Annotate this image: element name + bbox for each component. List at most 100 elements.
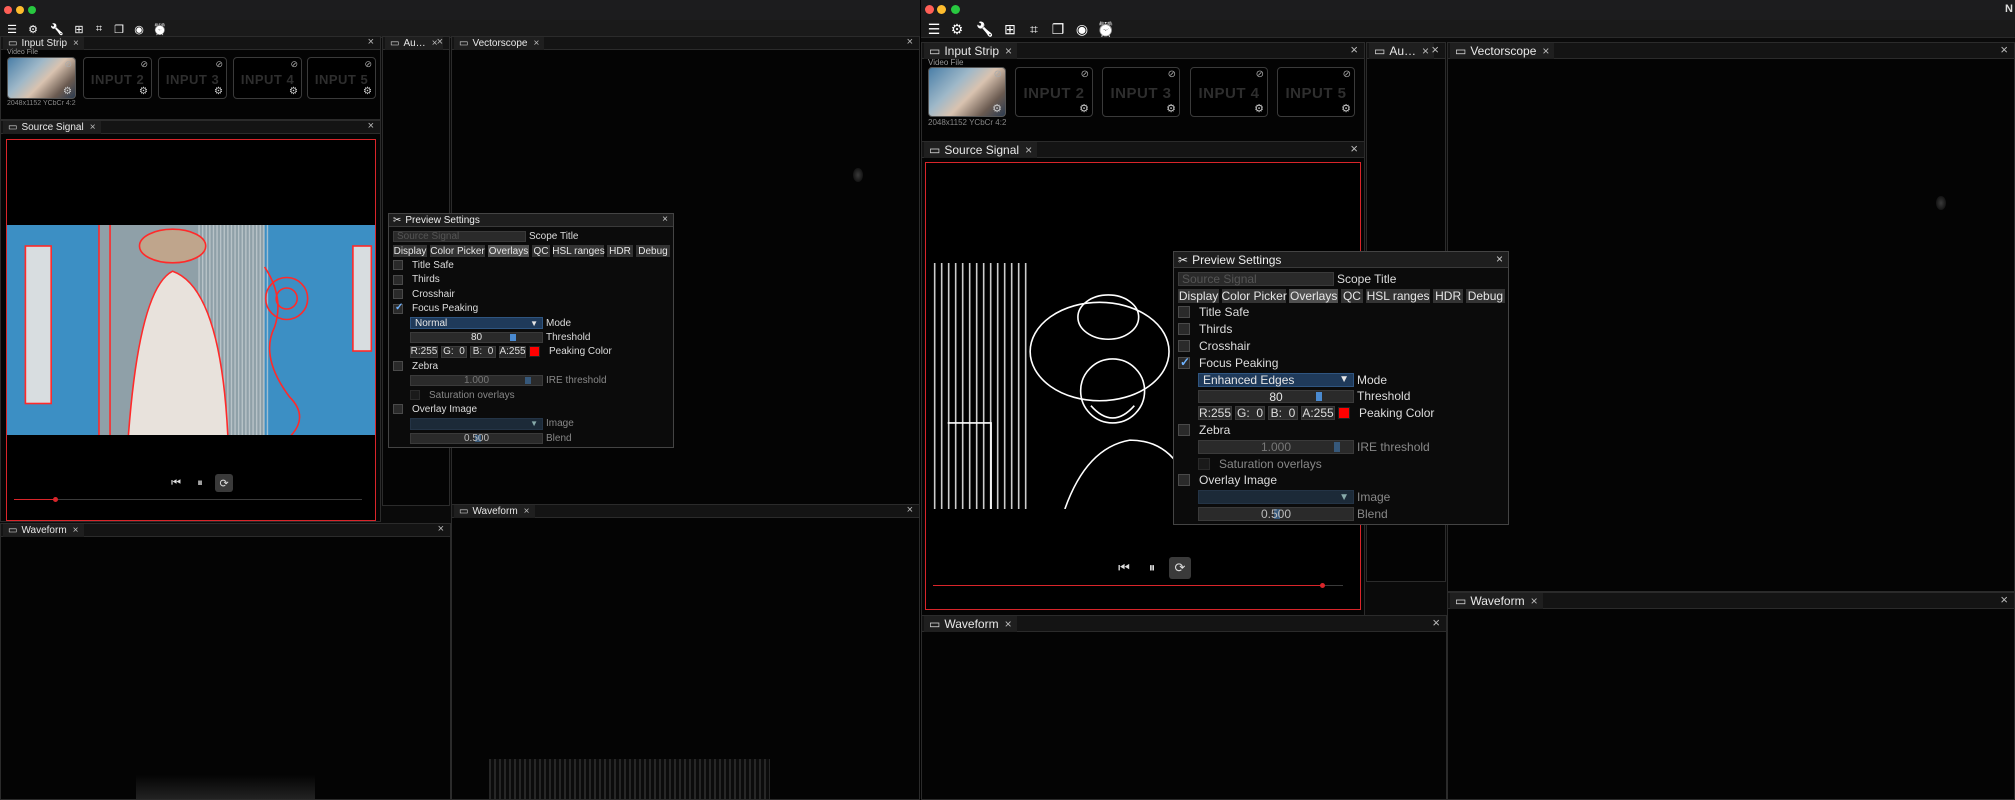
layers-icon[interactable]: ❐ xyxy=(114,24,125,36)
alarm-icon[interactable]: ⏰ xyxy=(1097,21,1114,37)
window-minimize-button[interactable] xyxy=(16,6,24,14)
input-5-thumbnail[interactable]: INPUT 5 ⊘ ⚙ xyxy=(307,57,376,99)
gear-icon[interactable]: ⚙ xyxy=(992,102,1002,115)
gear-icon[interactable]: ⚙ xyxy=(1079,102,1089,115)
close-icon[interactable]: × xyxy=(73,38,79,49)
close-icon[interactable]: × xyxy=(1005,44,1012,58)
tab-debug[interactable]: Debug xyxy=(1465,289,1506,303)
layout-icon[interactable]: ☰ xyxy=(7,24,18,36)
ire-threshold-slider[interactable]: 1.000 xyxy=(410,375,543,387)
tab-color-picker[interactable]: Color Picker xyxy=(430,245,485,257)
alarm-icon[interactable]: ⏰ xyxy=(153,24,167,36)
mode-select[interactable]: Normal ▼ xyxy=(410,317,543,329)
input-strip-panel-close-icon[interactable]: × xyxy=(1350,42,1358,57)
crosshair-checkbox[interactable] xyxy=(393,289,403,300)
settings-gear-icon[interactable]: ⚙ xyxy=(28,24,39,36)
window-zoom-button[interactable] xyxy=(28,6,36,14)
peaking-color-b-field[interactable]: B: 0 xyxy=(470,346,496,358)
close-icon[interactable]: × xyxy=(1025,143,1032,157)
close-icon[interactable]: × xyxy=(534,38,540,49)
input-3-thumbnail[interactable]: INPUT 3 ⊘ ⚙ xyxy=(158,57,227,99)
skip-back-button[interactable]: ⏮ xyxy=(1113,557,1135,579)
waveform-panel-2-close-icon[interactable]: × xyxy=(2000,592,2008,607)
image-select[interactable]: ▼ xyxy=(410,418,543,430)
window-zoom-button[interactable] xyxy=(950,4,960,14)
camera-icon[interactable]: ◉ xyxy=(134,24,145,36)
waveform-panel-close-icon[interactable]: × xyxy=(438,523,444,535)
gear-icon[interactable]: ⚙ xyxy=(214,86,223,97)
crop-icon[interactable]: ⌗ xyxy=(94,23,105,35)
source-signal-panel-close-icon[interactable]: × xyxy=(1350,141,1358,156)
close-icon[interactable]: × xyxy=(524,506,530,517)
source-signal-panel-close-icon[interactable]: × xyxy=(368,120,374,132)
title-safe-checkbox[interactable] xyxy=(393,260,403,271)
input-3-thumbnail[interactable]: INPUT 3 ⊘ ⚙ xyxy=(1102,67,1180,117)
network-icon[interactable]: ⊞ xyxy=(1003,21,1017,37)
gear-icon[interactable]: ⚙ xyxy=(289,86,298,97)
input-4-thumbnail[interactable]: INPUT 4 ⊘ ⚙ xyxy=(233,57,302,99)
gear-icon[interactable]: ⚙ xyxy=(1341,102,1351,115)
focus-peaking-checkbox[interactable] xyxy=(1178,355,1190,369)
waveform-panel-close-icon[interactable]: × xyxy=(1432,615,1440,630)
mode-select[interactable]: Enhanced Edges ▼ xyxy=(1198,373,1354,387)
preview-viewer[interactable]: ⏮ ⏸ ⟳ xyxy=(6,139,376,521)
crop-icon[interactable]: ⌗ xyxy=(1027,21,1041,37)
tab-debug[interactable]: Debug xyxy=(636,245,670,257)
dialog-close-icon[interactable]: × xyxy=(662,214,668,225)
wrench-icon[interactable]: 🔧 xyxy=(976,21,993,37)
blend-slider[interactable]: 0.500 xyxy=(1198,507,1354,521)
source-signal-panel-tab[interactable]: ▭ Source Signal × xyxy=(3,121,101,134)
pause-button[interactable]: ⏸ xyxy=(1141,557,1163,579)
layout-icon[interactable]: ☰ xyxy=(927,21,941,37)
saturation-overlays-checkbox[interactable] xyxy=(410,390,420,401)
audio-panel-close-icon[interactable]: × xyxy=(1431,42,1439,57)
tab-overlays[interactable]: Overlays xyxy=(1289,289,1339,303)
peaking-color-r-field[interactable]: R:255 xyxy=(410,346,438,358)
slider-grab[interactable] xyxy=(1334,442,1340,452)
thirds-checkbox[interactable] xyxy=(1178,323,1190,336)
settings-gear-icon[interactable]: ⚙ xyxy=(950,21,964,37)
peaking-color-g-field[interactable]: G: 0 xyxy=(441,346,467,358)
input-2-thumbnail[interactable]: INPUT 2 ⊘ ⚙ xyxy=(1015,67,1093,117)
close-icon[interactable]: × xyxy=(1422,44,1429,58)
gear-icon[interactable]: ⚙ xyxy=(1166,102,1176,115)
audio-panel-tab[interactable]: ▭ Au… × xyxy=(1369,43,1435,59)
source-signal-panel-tab[interactable]: ▭ Source Signal × xyxy=(924,142,1038,158)
input-1-thumbnail[interactable]: ⊘ ⚙ xyxy=(7,57,76,99)
close-icon[interactable]: × xyxy=(1542,44,1549,58)
loop-button[interactable]: ⟳ xyxy=(215,474,233,492)
peaking-color-a-field[interactable]: A:255 xyxy=(1301,406,1335,420)
peaking-color-r-field[interactable]: R:255 xyxy=(1198,406,1232,420)
scope-title-input[interactable]: Source Signal xyxy=(1178,272,1334,286)
tab-hsl-ranges[interactable]: HSL ranges xyxy=(1365,289,1431,303)
saturation-overlays-checkbox[interactable] xyxy=(1198,457,1210,470)
image-select[interactable]: ▼ xyxy=(1198,490,1354,505)
thirds-checkbox[interactable] xyxy=(393,274,403,285)
waveform-panel-2-close-icon[interactable]: × xyxy=(907,504,913,516)
timeline-scrubber[interactable] xyxy=(933,583,1343,588)
slider-grab[interactable] xyxy=(525,377,532,385)
window-close-button[interactable] xyxy=(4,6,12,14)
tab-qc[interactable]: QC xyxy=(1341,289,1363,303)
tab-overlays[interactable]: Overlays xyxy=(488,245,529,257)
audio-panel-tab[interactable]: ▭ Au… × xyxy=(385,37,443,50)
close-icon[interactable]: × xyxy=(73,525,79,536)
camera-icon[interactable]: ◉ xyxy=(1075,21,1089,37)
zebra-checkbox[interactable] xyxy=(393,361,403,372)
scope-title-input[interactable]: Source Signal xyxy=(393,231,526,243)
tab-hdr[interactable]: HDR xyxy=(1433,289,1463,303)
threshold-slider[interactable]: 80 xyxy=(410,331,543,344)
waveform-panel-2-tab[interactable]: ▭ Waveform × xyxy=(454,505,535,518)
gear-icon[interactable]: ⚙ xyxy=(1254,102,1264,115)
blend-slider[interactable]: 0.500 xyxy=(410,432,543,444)
close-icon[interactable]: × xyxy=(1531,594,1538,608)
slider-grab[interactable] xyxy=(1316,391,1322,402)
tab-display[interactable]: Display xyxy=(1178,289,1220,303)
input-strip-panel-close-icon[interactable]: × xyxy=(368,36,374,48)
peaking-color-swatch[interactable] xyxy=(529,346,540,358)
dialog-close-icon[interactable]: × xyxy=(1496,252,1503,266)
crosshair-checkbox[interactable] xyxy=(1178,340,1190,353)
close-icon[interactable]: × xyxy=(1005,617,1012,631)
slider-grab[interactable] xyxy=(510,333,517,342)
input-2-thumbnail[interactable]: INPUT 2 ⊘ ⚙ xyxy=(83,57,152,99)
